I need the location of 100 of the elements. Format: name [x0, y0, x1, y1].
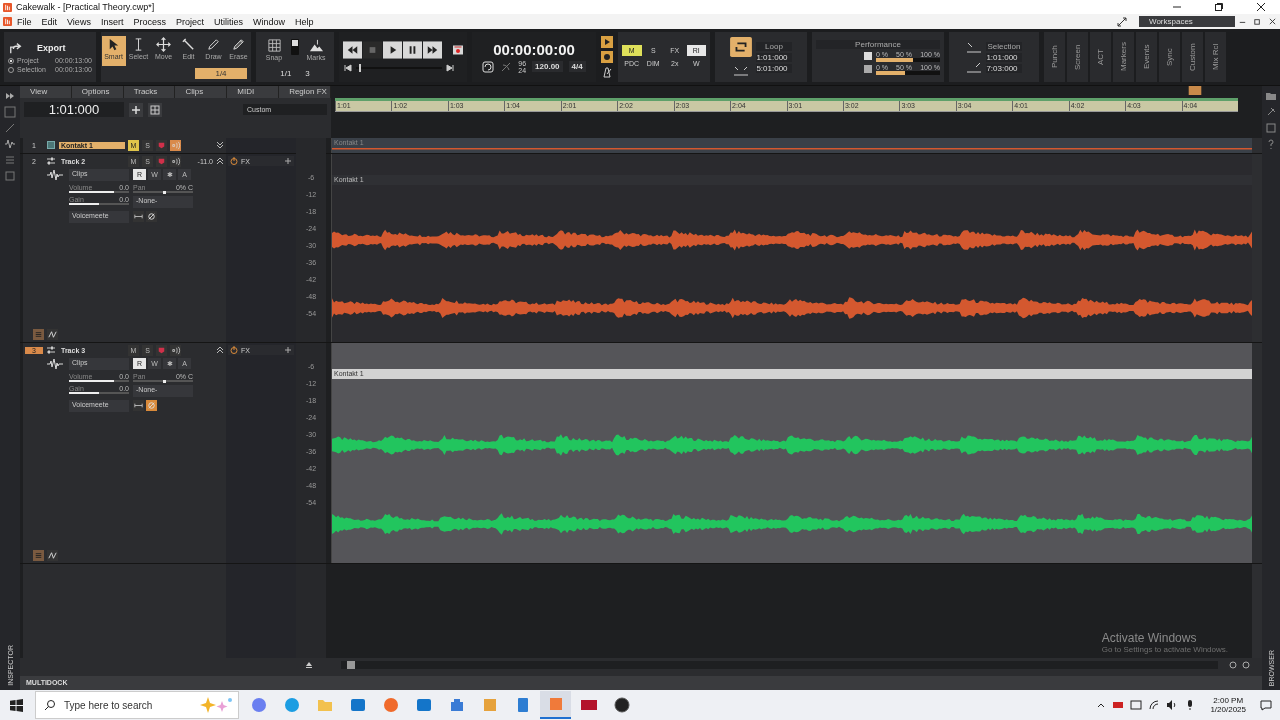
meter-field[interactable]: 4/4: [568, 61, 586, 72]
play-button[interactable]: [383, 41, 402, 59]
move-icon: [156, 36, 171, 52]
pen-icon[interactable]: [4, 122, 16, 134]
menu-item[interactable]: File: [12, 16, 37, 27]
automation-icon[interactable]: [47, 329, 58, 340]
edit-icon: [181, 36, 196, 52]
phase-invert-icon[interactable]: [146, 211, 157, 222]
folder-icon[interactable]: [1265, 90, 1277, 102]
help-icon[interactable]: [1265, 138, 1277, 150]
module-tab[interactable]: Markers: [1113, 32, 1134, 82]
clock[interactable]: 2:00 PM 1/20/2025: [1210, 696, 1246, 714]
menu-item[interactable]: Tracks: [123, 86, 176, 98]
input-echo-icon[interactable]: [170, 139, 181, 151]
track-lane[interactable]: Activate Windows Go to Settings to activate Windows.: [326, 564, 1252, 658]
metronome-icon[interactable]: [601, 66, 613, 78]
start-icon[interactable]: [10, 698, 23, 712]
menu-item[interactable]: Edit: [36, 16, 63, 27]
now-time-field[interactable]: 1:01:000: [24, 102, 124, 117]
record-icon[interactable]: [601, 51, 613, 63]
stereo-icon[interactable]: [133, 211, 144, 222]
play-icon[interactable]: [601, 36, 613, 48]
module-tab[interactable]: Custom: [1182, 32, 1203, 82]
radio-button[interactable]: [8, 57, 14, 64]
loop-icon[interactable]: [482, 60, 495, 73]
menu-item[interactable]: Options: [71, 86, 124, 98]
input-echo-icon[interactable]: [170, 344, 181, 356]
export-icon[interactable]: [8, 41, 24, 55]
selection-start-field[interactable]: 1:01:000: [986, 52, 1022, 62]
selection-end-field[interactable]: 7:03:000: [986, 63, 1022, 73]
search-icon: [44, 699, 56, 711]
add-icon[interactable]: [284, 346, 292, 354]
selection-start-icon[interactable]: [966, 40, 983, 54]
menu-item[interactable]: Project: [170, 16, 209, 27]
record-arm-icon[interactable]: [156, 155, 167, 167]
menu-item[interactable]: Utilities: [208, 16, 248, 27]
rewind-button[interactable]: [343, 41, 362, 59]
automation-icon[interactable]: [47, 550, 58, 561]
go-to-end-icon[interactable]: [445, 63, 455, 73]
snap-resolution-field[interactable]: 1/4: [195, 67, 247, 79]
snap-toggle-icon[interactable]: [291, 38, 299, 55]
selection-end-icon[interactable]: [966, 60, 983, 74]
module-tab[interactable]: Events: [1136, 32, 1157, 82]
fast-forward-button[interactable]: [423, 41, 442, 59]
time-display[interactable]: 00:00:00:00: [493, 40, 575, 58]
collapse-icon[interactable]: [216, 157, 224, 165]
power-icon[interactable]: [230, 346, 238, 354]
menu-item[interactable]: Help: [289, 16, 319, 27]
search-bar[interactable]: Type here to search: [35, 691, 239, 719]
stereo-icon[interactable]: [133, 400, 144, 411]
menu-item[interactable]: Process: [128, 16, 171, 27]
tray-app-icon[interactable]: [1112, 699, 1125, 711]
loop-end-field[interactable]: 5:01:000: [756, 63, 792, 73]
scrub-slider[interactable]: [356, 64, 442, 72]
add-track-icon[interactable]: [129, 102, 143, 117]
expand-icon[interactable]: [1117, 16, 1127, 27]
menu-item[interactable]: Clips: [175, 86, 228, 98]
module-tab[interactable]: Mix Rcl: [1205, 32, 1226, 82]
waveform-icon[interactable]: [4, 138, 16, 150]
maximize-icon[interactable]: [1214, 2, 1224, 12]
track-folder-icon[interactable]: [148, 102, 162, 117]
tempo-field[interactable]: 120.00: [532, 61, 563, 72]
close-icon[interactable]: [1256, 2, 1266, 12]
wifi-icon[interactable]: [1148, 699, 1161, 711]
add-icon[interactable]: [284, 157, 292, 165]
loop-toggle-icon[interactable]: [730, 37, 753, 57]
workspaces-dropdown[interactable]: Workspaces: [1139, 16, 1235, 27]
power-icon[interactable]: [230, 157, 238, 165]
go-to-start-icon[interactable]: [343, 63, 353, 73]
tray-app-icon[interactable]: [1130, 699, 1143, 711]
pause-button[interactable]: [403, 41, 422, 59]
module-tab[interactable]: Sync: [1159, 32, 1180, 82]
record-arm-icon[interactable]: [156, 344, 167, 356]
snap-count[interactable]: 3: [305, 68, 310, 78]
forward-icon[interactable]: [4, 90, 16, 102]
pin-icon[interactable]: [1265, 106, 1277, 118]
menu-item[interactable]: MIDI: [227, 86, 280, 98]
module-tab[interactable]: Screen: [1067, 32, 1088, 82]
search-field[interactable]: Type here to search: [62, 698, 192, 712]
metronome-off-icon[interactable]: [500, 60, 513, 73]
app-icon: [3, 17, 12, 26]
restore-icon[interactable]: [1253, 17, 1262, 26]
snap-off-icon[interactable]: [1188, 86, 1202, 95]
close-icon[interactable]: [1268, 17, 1277, 26]
module-tab[interactable]: ACT: [1090, 32, 1111, 82]
menu-item[interactable]: Insert: [95, 16, 129, 27]
horizontal-scrollbar[interactable]: [341, 661, 1218, 669]
eject-icon[interactable]: [305, 661, 313, 669]
module-tab[interactable]: Punch: [1044, 32, 1065, 82]
expand-icon[interactable]: [216, 141, 224, 149]
notification-icon[interactable]: [1260, 699, 1272, 711]
eraser-icon: [231, 36, 246, 52]
menu-item[interactable]: Window: [247, 16, 290, 27]
snap-value[interactable]: 1/1: [280, 68, 292, 78]
collapse-icon[interactable]: [216, 346, 224, 354]
menu-item[interactable]: View: [20, 86, 72, 98]
input-echo-icon[interactable]: [170, 155, 181, 167]
loop-start-field[interactable]: 1:01:000: [756, 52, 792, 62]
menu-item[interactable]: Region FX: [279, 86, 331, 98]
menu-item[interactable]: Views: [62, 16, 96, 27]
